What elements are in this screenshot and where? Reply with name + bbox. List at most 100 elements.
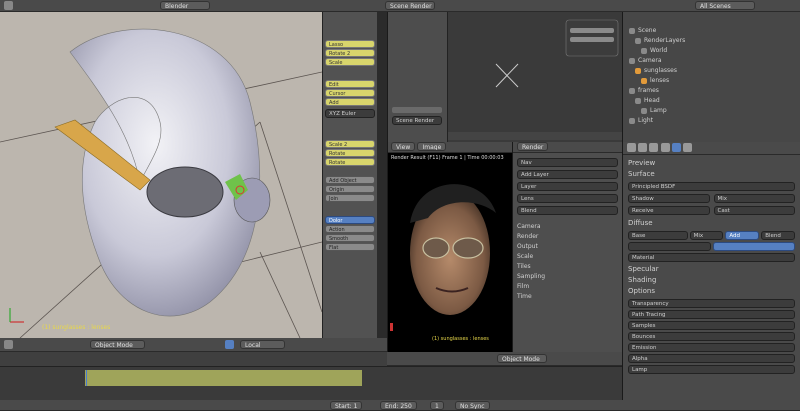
- viewport-scene: [0, 28, 322, 338]
- view-menu-icon[interactable]: [4, 340, 13, 349]
- props-mid-field[interactable]: Scale: [517, 252, 618, 262]
- prop-label-shading[interactable]: Shading: [628, 275, 795, 286]
- outliner-row[interactable]: Lamp: [623, 106, 800, 116]
- blend-field[interactable]: Base: [628, 231, 688, 240]
- shelf-yellow-2b[interactable]: Cursor: [325, 89, 375, 97]
- shelf-yellow-3c[interactable]: Rotate: [325, 158, 375, 166]
- props-mid-button[interactable]: Blend: [517, 206, 618, 215]
- prop-label-preview[interactable]: Preview: [628, 158, 795, 169]
- pivot-select[interactable]: Local: [240, 340, 285, 349]
- color-slot-b[interactable]: [712, 242, 795, 251]
- outliner-filter[interactable]: All Scenes: [695, 1, 755, 10]
- props-mid-field[interactable]: Time: [517, 292, 618, 302]
- render-tab-icon[interactable]: [627, 143, 636, 152]
- props-mid-button[interactable]: Lens: [517, 194, 618, 203]
- shelf-extra-a[interactable]: Smooth: [325, 234, 375, 242]
- check-mix[interactable]: Mix: [713, 194, 795, 203]
- outliner-item-label: lenses: [650, 77, 670, 84]
- node-canvas[interactable]: [448, 12, 623, 142]
- shelf-extra-b[interactable]: Flat: [325, 243, 375, 251]
- outliner-row[interactable]: lenses: [623, 76, 800, 86]
- properties-bottom-row[interactable]: Path Tracing: [628, 310, 795, 319]
- scene-tab-icon[interactable]: [638, 142, 648, 152]
- props-mid-field[interactable]: Film: [517, 282, 618, 292]
- properties-bottom-row[interactable]: Lamp: [628, 365, 795, 374]
- shelf-yellow-1b[interactable]: Rotate 2: [325, 49, 375, 57]
- check-cast[interactable]: Cast: [713, 206, 795, 215]
- current-frame-field[interactable]: 1: [430, 401, 444, 410]
- prop-label-options[interactable]: Options: [628, 286, 795, 297]
- render-title: Render Result (F11) Frame 1 | Time 00:00…: [391, 155, 504, 161]
- file-menu[interactable]: Blender: [160, 1, 210, 10]
- shelf-yellow-2c[interactable]: Add: [325, 98, 375, 106]
- shelf-yellow-3a[interactable]: Scale 2: [325, 140, 375, 148]
- properties-bottom-row[interactable]: Transparency: [628, 299, 795, 308]
- end-frame-field[interactable]: End: 250: [380, 401, 417, 410]
- prop-label-surface[interactable]: Surface: [628, 169, 795, 180]
- properties-bottom-row[interactable]: Alpha: [628, 354, 795, 363]
- outliner-row[interactable]: Light: [623, 116, 800, 126]
- check-shadow[interactable]: Shadow: [628, 194, 710, 203]
- properties-bottom-row[interactable]: Samples: [628, 321, 795, 330]
- properties-editor: Preview Surface Principled BSDF Shadow M…: [622, 142, 800, 400]
- shelf-toggle[interactable]: Action: [325, 225, 375, 233]
- sync-select[interactable]: No Sync: [455, 401, 490, 410]
- props-mid-field[interactable]: Camera: [517, 222, 618, 232]
- tab-blend[interactable]: Blend: [761, 231, 795, 240]
- rotation-mode-dropdown[interactable]: XYZ Euler: [325, 109, 375, 118]
- props-mid-field[interactable]: Tiles: [517, 262, 618, 272]
- outliner-row[interactable]: RenderLayers: [623, 36, 800, 46]
- world-tab-icon[interactable]: [649, 142, 659, 152]
- outliner-row[interactable]: Scene: [623, 26, 800, 36]
- snap-icon[interactable]: [225, 340, 234, 349]
- properties-bottom-row[interactable]: Bounces: [628, 332, 795, 341]
- render-mode-select[interactable]: Object Mode: [497, 354, 547, 363]
- outliner-row[interactable]: frames: [623, 86, 800, 96]
- props-mid-button[interactable]: Nav: [517, 158, 618, 167]
- shelf-yellow-1a[interactable]: Lasso: [325, 40, 375, 48]
- shelf-gray-a[interactable]: Add Object: [325, 176, 375, 184]
- 3d-viewport[interactable]: (1) sunglasses : lenses: [0, 12, 322, 338]
- tab-add[interactable]: Add: [725, 231, 760, 240]
- scene-select[interactable]: Scene Render: [385, 1, 435, 10]
- node-editor[interactable]: Scene Render: [387, 12, 623, 142]
- shelf-gray-c[interactable]: Join: [325, 194, 375, 202]
- shelf-yellow-2a[interactable]: Edit: [325, 80, 375, 88]
- render-image-menu[interactable]: Image: [417, 142, 447, 151]
- props-mid-field[interactable]: Output: [517, 242, 618, 252]
- tab-mix[interactable]: Mix: [689, 231, 724, 240]
- shelf-yellow-3b[interactable]: Rotate: [325, 149, 375, 157]
- properties-bottom-row[interactable]: Emission: [628, 343, 795, 352]
- material-tab-icon[interactable]: [671, 142, 681, 152]
- start-frame-field[interactable]: Start: 1: [330, 401, 363, 410]
- outliner-row[interactable]: Camera: [623, 56, 800, 66]
- check-receive[interactable]: Receive: [628, 206, 710, 215]
- timeline-range[interactable]: [85, 370, 362, 386]
- shelf-blue-button[interactable]: Dolor: [325, 216, 375, 224]
- node-scrollbar[interactable]: [448, 132, 623, 140]
- timeline[interactable]: [0, 366, 622, 400]
- node-sidebar-field[interactable]: Scene Render: [392, 116, 442, 125]
- shelf-gray-b[interactable]: Origin: [325, 185, 375, 193]
- texture-tab-icon[interactable]: [683, 142, 693, 152]
- props-mid-button[interactable]: Layer: [517, 182, 618, 191]
- prop-label-diffuse[interactable]: Diffuse: [628, 218, 795, 229]
- props-mid-field[interactable]: Render: [517, 232, 618, 242]
- outliner-row[interactable]: World: [623, 46, 800, 56]
- material-dropdown[interactable]: Material: [628, 253, 795, 262]
- object-tab-icon[interactable]: [660, 142, 670, 152]
- props-mid-tab[interactable]: Render: [517, 142, 549, 151]
- outliner-row[interactable]: Head: [623, 96, 800, 106]
- props-mid-field[interactable]: Sampling: [517, 272, 618, 282]
- render-view-menu[interactable]: View: [391, 142, 416, 151]
- outliner-row[interactable]: sunglasses: [623, 66, 800, 76]
- prop-label-specular[interactable]: Specular: [628, 264, 795, 275]
- mode-select[interactable]: Object Mode: [90, 340, 145, 349]
- shelf-yellow-1c[interactable]: Scale: [325, 58, 375, 66]
- props-mid-button[interactable]: Add Layer: [517, 170, 618, 179]
- timeline-playhead[interactable]: [86, 370, 87, 386]
- color-slot-a[interactable]: [628, 242, 711, 251]
- glasses-lens[interactable]: [146, 166, 224, 218]
- shader-select[interactable]: Principled BSDF: [628, 182, 795, 191]
- editor-type-icon[interactable]: [4, 1, 13, 10]
